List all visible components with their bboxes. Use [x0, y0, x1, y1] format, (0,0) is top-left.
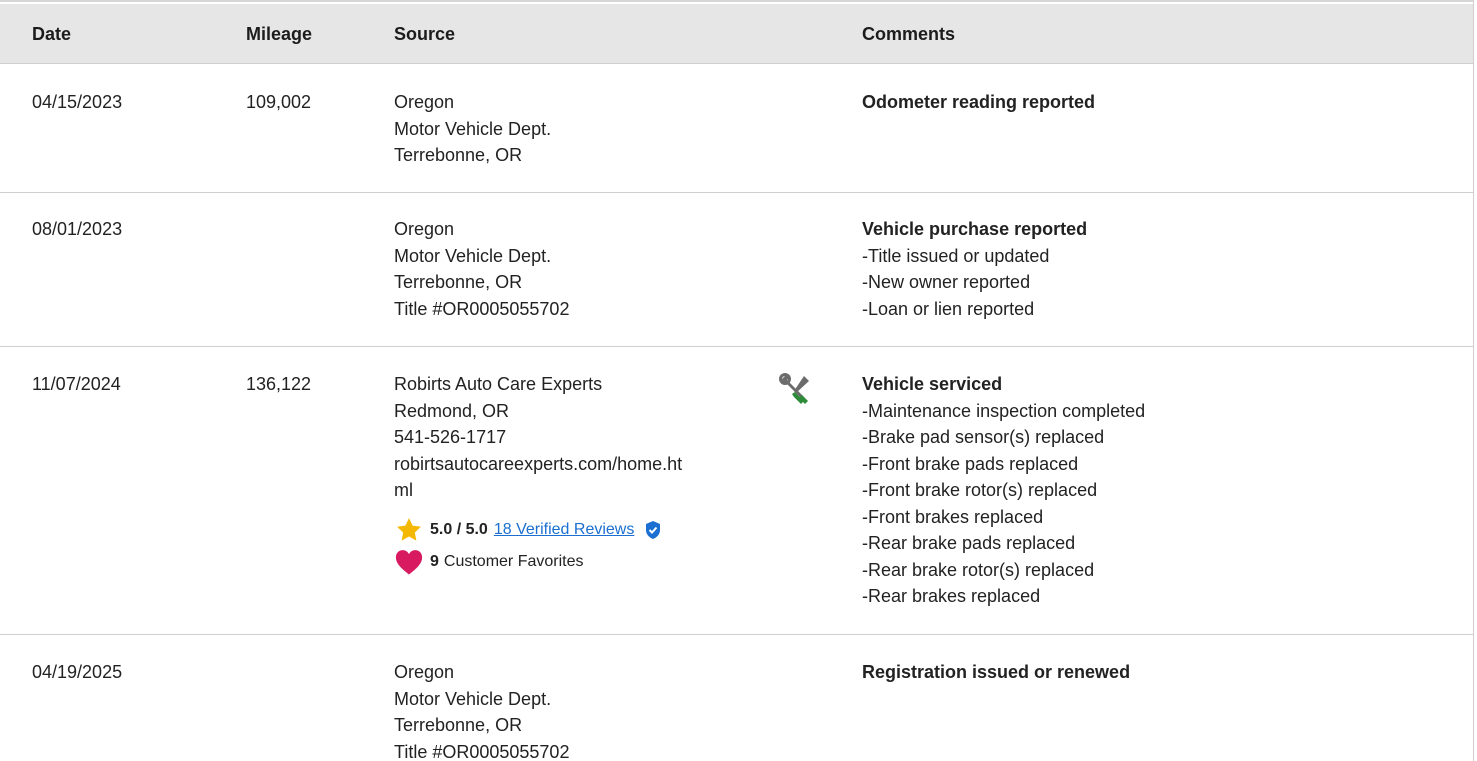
comment-item: Rear brakes replaced: [862, 583, 1462, 610]
source-line: Motor Vehicle Dept.: [394, 688, 552, 709]
comment-title: Vehicle purchase reported: [862, 219, 1088, 239]
comment-item: Brake pad sensor(s) replaced: [862, 424, 1462, 451]
source-line: Title #OR0005055702: [394, 298, 570, 319]
favorites-row: 9 Customer Favorites: [394, 549, 668, 575]
comment-item: Front brake pads replaced: [862, 451, 1462, 478]
source-line: Title #OR0005055702: [394, 741, 570, 761]
shop-website-cont[interactable]: ml: [394, 477, 774, 504]
row-comments: Odometer reading reported: [862, 89, 1462, 116]
verified-shield-icon: [646, 521, 661, 539]
shop-rating-block: 5.0 / 5.0 18 Verified Reviews 9 Customer…: [394, 517, 668, 575]
row-comments: Vehicle serviced Maintenance inspection …: [862, 371, 1462, 610]
source-line: Terrebonne, OR: [394, 715, 523, 735]
row-date: 11/07/2024: [32, 374, 121, 394]
rating-score: 5.0 / 5.0: [430, 521, 488, 538]
header-source[interactable]: Source: [394, 24, 455, 45]
vehicle-history-table: Date Mileage Source Comments 04/15/2023 …: [0, 0, 1474, 761]
comment-item: New owner reported: [862, 269, 1462, 296]
header-comments[interactable]: Comments: [862, 24, 955, 45]
source-line: Oregon: [394, 219, 455, 239]
comment-title: Vehicle serviced: [862, 374, 1003, 394]
comment-title: Registration issued or renewed: [862, 662, 1131, 682]
header-mileage[interactable]: Mileage: [246, 24, 312, 45]
shop-name[interactable]: Robirts Auto Care Experts: [394, 371, 774, 398]
shop-website[interactable]: robirtsautocareexperts.com/home.ht: [394, 451, 774, 478]
comment-item: Rear brake pads replaced: [862, 530, 1462, 557]
favorites-label: Customer Favorites: [443, 553, 584, 570]
source-line: Oregon: [394, 92, 455, 112]
comment-item: Rear brake rotor(s) replaced: [862, 557, 1462, 584]
row-date: 04/19/2025: [32, 662, 123, 682]
table-row: 04/19/2025 Oregon Motor Vehicle Dept. Te…: [0, 635, 1473, 761]
table-row: 11/07/2024 136,122 Robirts Auto Care Exp…: [0, 347, 1473, 635]
row-source: Oregon Motor Vehicle Dept. Terrebonne, O…: [394, 216, 774, 322]
wrench-screwdriver-icon: [776, 371, 816, 411]
row-comments: Registration issued or renewed: [862, 659, 1462, 686]
source-line: Motor Vehicle Dept.: [394, 245, 552, 266]
comment-item: Loan or lien reported: [862, 296, 1462, 323]
row-mileage: 136,122: [246, 374, 312, 394]
row-date: 04/15/2023: [32, 92, 123, 112]
row-source: Oregon Motor Vehicle Dept. Terrebonne, O…: [394, 89, 774, 169]
comment-title: Odometer reading reported: [862, 92, 1096, 112]
shop-phone[interactable]: 541-526-1717: [394, 424, 774, 451]
table-row: 04/15/2023 109,002 Oregon Motor Vehicle …: [0, 65, 1473, 193]
source-line: Motor Vehicle Dept.: [394, 118, 552, 139]
heart-icon: [395, 550, 423, 575]
row-mileage: 109,002: [246, 92, 312, 112]
comment-item: Maintenance inspection completed: [862, 398, 1462, 425]
table-row: 08/01/2023 Oregon Motor Vehicle Dept. Te…: [0, 193, 1473, 347]
row-date: 08/01/2023: [32, 219, 123, 239]
header-date[interactable]: Date: [32, 24, 71, 45]
table-header: Date Mileage Source Comments: [0, 4, 1473, 64]
star-icon: [397, 518, 421, 541]
source-line: Redmond, OR: [394, 400, 510, 421]
comment-item: Title issued or updated: [862, 243, 1462, 270]
row-source: Oregon Motor Vehicle Dept. Terrebonne, O…: [394, 659, 774, 761]
comment-item: Front brake rotor(s) replaced: [862, 477, 1462, 504]
verified-reviews-link[interactable]: 18 Verified Reviews: [494, 521, 635, 539]
comment-item: Front brakes replaced: [862, 504, 1462, 531]
favorites-count: 9: [430, 553, 439, 570]
row-comments: Vehicle purchase reported Title issued o…: [862, 216, 1462, 322]
row-source: Robirts Auto Care Experts Redmond, OR 54…: [394, 371, 774, 504]
source-line: Terrebonne, OR: [394, 272, 523, 292]
source-line: Oregon: [394, 662, 455, 682]
source-line: Terrebonne, OR: [394, 145, 523, 165]
rating-row: 5.0 / 5.0 18 Verified Reviews: [394, 517, 668, 543]
